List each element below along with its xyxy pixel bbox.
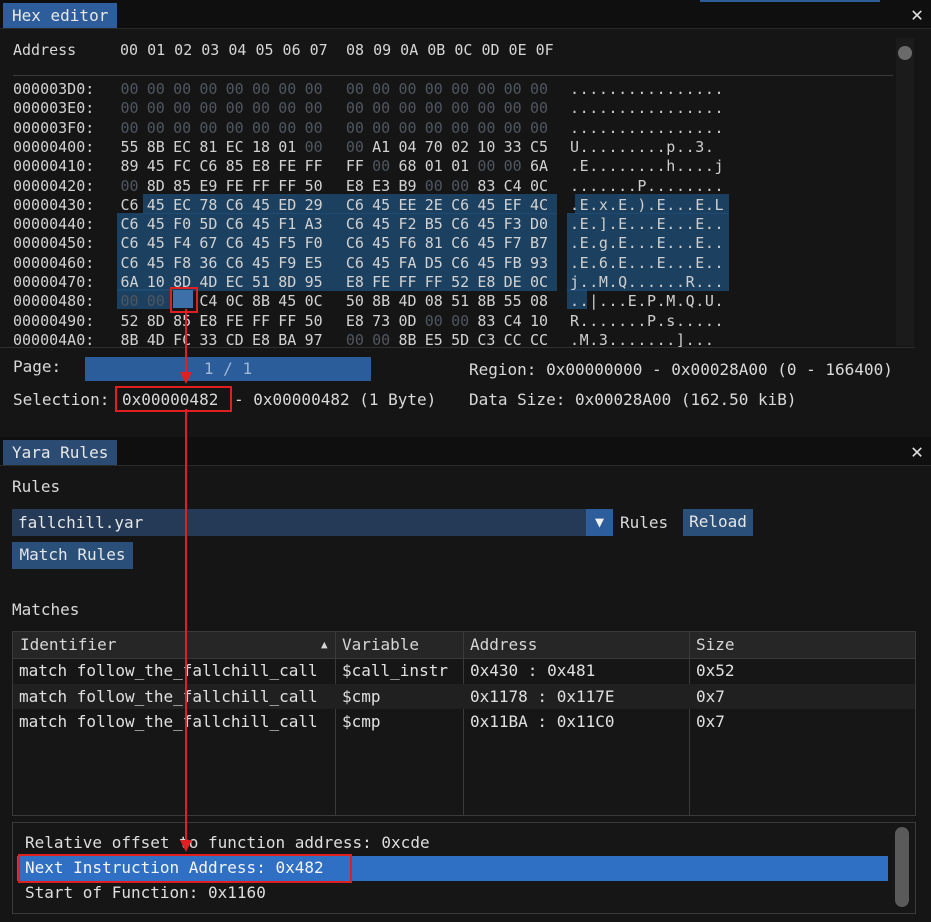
annotation-arrow-head [180, 840, 192, 852]
annotation-arrow-head [180, 372, 192, 384]
annotation-arrow [180, 309, 192, 852]
